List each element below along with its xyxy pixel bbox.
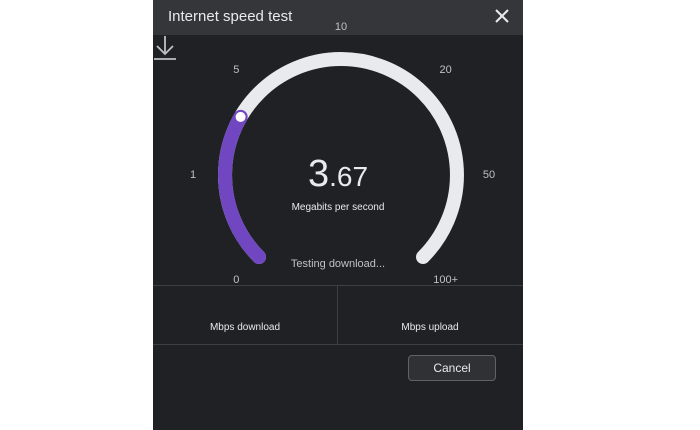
download-arrow-icon xyxy=(154,36,176,60)
results-panel: Mbps download Mbps upload xyxy=(153,285,523,345)
gauge-tick-label: 10 xyxy=(334,21,348,33)
gauge-tick-label: 5 xyxy=(233,64,240,77)
close-icon xyxy=(495,9,509,23)
gauge-tick-label: 100+ xyxy=(433,273,459,286)
speed-integer: 3 xyxy=(307,153,330,195)
gauge-tick-label: 20 xyxy=(439,64,452,77)
speed-decimal: .67 xyxy=(329,161,369,192)
upload-label: Mbps upload xyxy=(401,322,459,333)
upload-result: Mbps upload xyxy=(338,286,522,344)
test-status: Testing download... xyxy=(290,258,386,270)
speed-test-dialog: Internet speed test 0 1 5 10 20 50 100+ … xyxy=(153,0,523,430)
download-label: Mbps download xyxy=(209,322,281,333)
speed-unit: Megabits per second xyxy=(291,202,385,213)
dialog-title: Internet speed test xyxy=(168,8,293,25)
gauge-needle-knob xyxy=(233,109,248,124)
cancel-button[interactable]: Cancel xyxy=(408,355,496,381)
speed-gauge: 0 1 5 10 20 50 100+ 3.67 Megabits per se… xyxy=(153,21,523,286)
gauge-tick-label: 0 xyxy=(233,273,240,286)
speed-readout: 3.67 xyxy=(153,153,523,196)
download-result: Mbps download xyxy=(153,286,338,344)
close-button[interactable] xyxy=(491,5,513,27)
